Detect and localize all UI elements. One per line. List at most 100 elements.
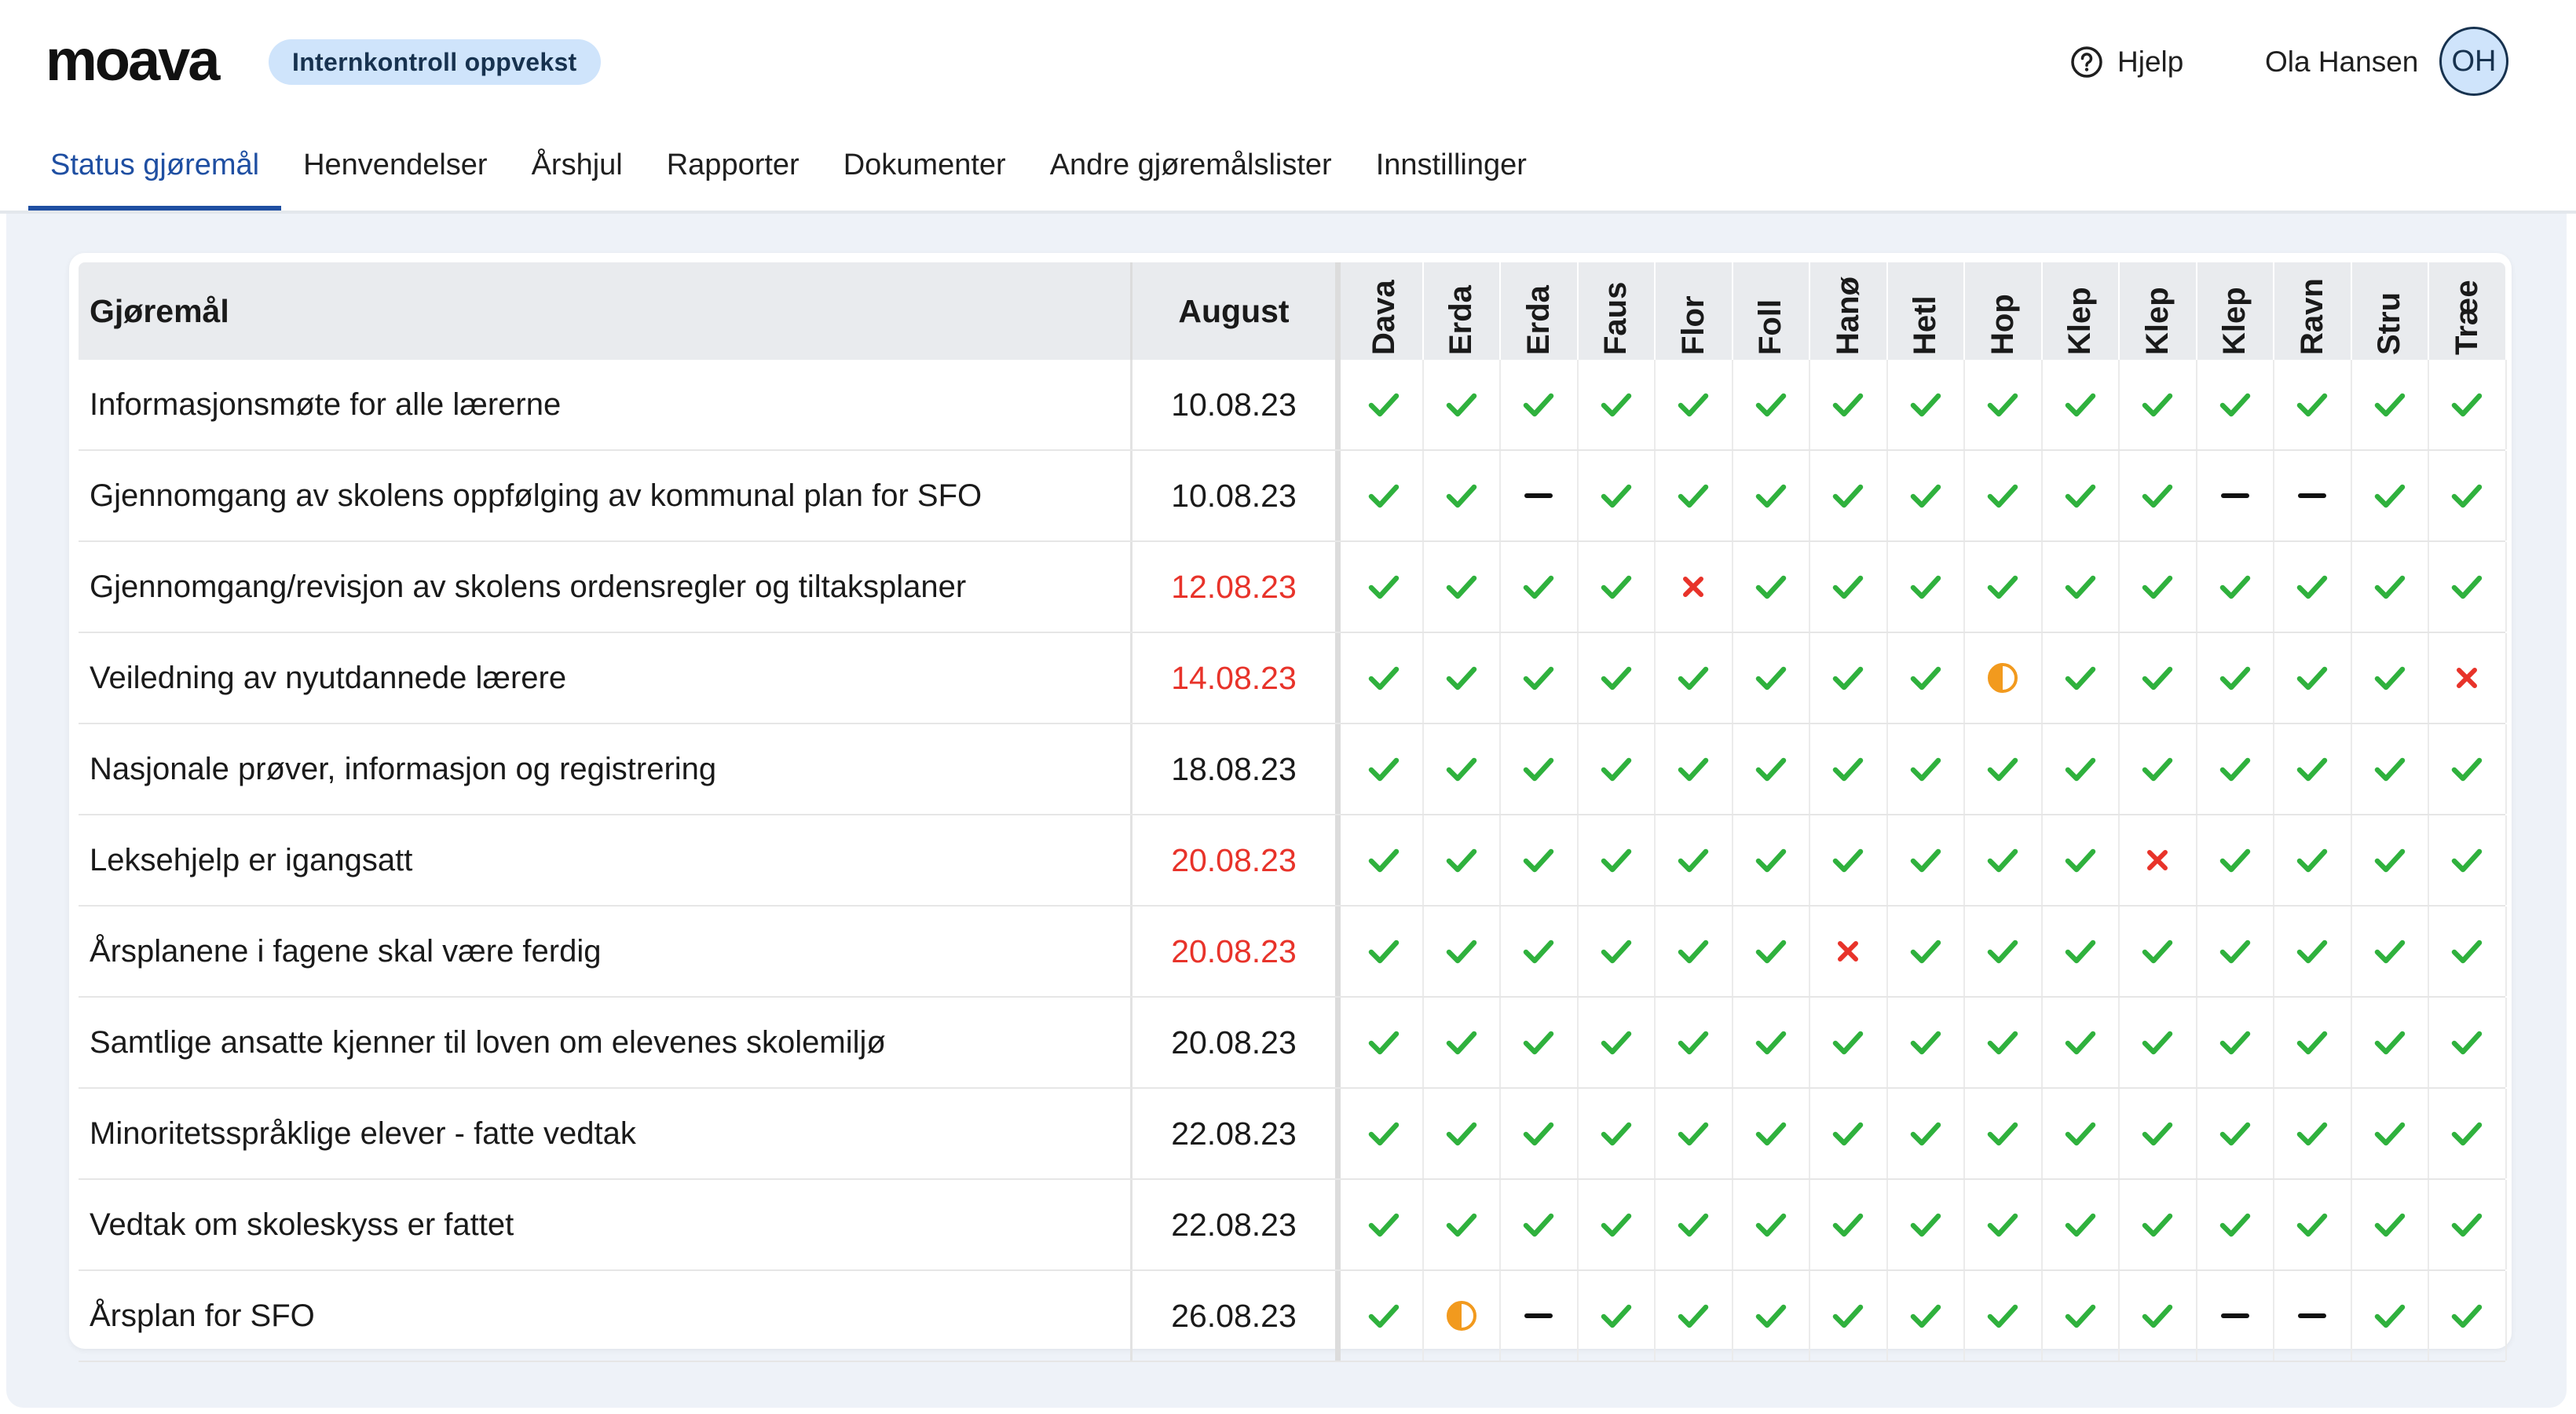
status-cell[interactable] (1810, 451, 1888, 540)
status-cell[interactable] (2120, 815, 2197, 905)
status-cell[interactable] (2120, 1180, 2197, 1269)
status-cell[interactable] (2352, 998, 2429, 1087)
status-cell[interactable] (1888, 815, 1965, 905)
tab-2[interactable]: Årshjul (510, 134, 645, 212)
status-cell[interactable] (1965, 907, 2043, 996)
status-cell[interactable] (1965, 542, 2043, 632)
status-cell[interactable] (1733, 1180, 1810, 1269)
unit-column-header[interactable]: Klep (2120, 262, 2197, 360)
status-cell[interactable] (2274, 360, 2352, 449)
tab-4[interactable]: Dokumenter (821, 134, 1028, 212)
status-cell[interactable] (1501, 907, 1579, 996)
task-name[interactable]: Årsplan for SFO (79, 1271, 1132, 1361)
status-cell[interactable] (1424, 1180, 1501, 1269)
scope-badge[interactable]: Internkontroll oppvekst (269, 39, 601, 85)
status-cell[interactable] (1733, 724, 1810, 814)
status-cell[interactable] (2120, 907, 2197, 996)
status-cell[interactable] (1965, 451, 2043, 540)
status-cell[interactable] (1888, 633, 1965, 723)
unit-column-header[interactable]: Hop (1965, 262, 2043, 360)
status-cell[interactable] (1346, 998, 1424, 1087)
unit-column-header[interactable]: Klep (2197, 262, 2274, 360)
status-cell[interactable] (2120, 724, 2197, 814)
status-cell[interactable] (2352, 1271, 2429, 1361)
status-cell[interactable] (1501, 724, 1579, 814)
task-name[interactable]: Gjennomgang/revisjon av skolens ordensre… (79, 542, 1132, 632)
status-cell[interactable] (2352, 815, 2429, 905)
status-cell[interactable] (2274, 1089, 2352, 1178)
table-row[interactable]: Gjennomgang av skolens oppfølging av kom… (79, 451, 2507, 542)
status-cell[interactable] (2352, 1180, 2429, 1269)
table-row[interactable]: Informasjonsmøte for alle lærerne 10.08.2… (79, 360, 2507, 451)
status-cell[interactable] (1501, 360, 1579, 449)
status-cell[interactable] (1733, 1089, 1810, 1178)
status-cell[interactable] (2043, 1180, 2120, 1269)
status-cell[interactable] (1579, 633, 1656, 723)
tab-5[interactable]: Andre gjøremålslister (1028, 134, 1354, 212)
status-cell[interactable] (1579, 815, 1656, 905)
table-row[interactable]: Årsplanene i fagene skal være ferdig 20.0… (79, 907, 2507, 998)
status-cell[interactable] (1656, 360, 1733, 449)
table-row[interactable]: Veiledning av nyutdannede lærere 14.08.23 (79, 633, 2507, 724)
status-cell[interactable] (1346, 542, 1424, 632)
status-cell[interactable] (1424, 998, 1501, 1087)
status-cell[interactable] (2197, 815, 2274, 905)
status-cell[interactable] (2197, 907, 2274, 996)
status-cell[interactable] (1501, 998, 1579, 1087)
status-cell[interactable] (1346, 451, 1424, 540)
status-cell[interactable] (1888, 998, 1965, 1087)
status-cell[interactable] (1424, 633, 1501, 723)
task-name[interactable]: Minoritetsspråklige elever - fatte vedta… (79, 1089, 1132, 1178)
table-row[interactable]: Minoritetsspråklige elever - fatte vedta… (79, 1089, 2507, 1180)
status-cell[interactable] (1810, 542, 1888, 632)
status-cell[interactable] (1346, 907, 1424, 996)
status-cell[interactable] (1810, 1180, 1888, 1269)
status-cell[interactable] (2429, 633, 2507, 723)
status-cell[interactable] (1424, 724, 1501, 814)
task-name[interactable]: Informasjonsmøte for alle lærerne (79, 360, 1132, 449)
status-cell[interactable] (2274, 998, 2352, 1087)
status-cell[interactable] (1579, 1180, 1656, 1269)
status-cell[interactable] (2429, 815, 2507, 905)
status-cell[interactable] (2043, 998, 2120, 1087)
unit-column-header[interactable]: Ravn (2274, 262, 2352, 360)
status-cell[interactable] (1965, 998, 2043, 1087)
status-cell[interactable] (2274, 724, 2352, 814)
status-cell[interactable] (1733, 360, 1810, 449)
status-cell[interactable] (2043, 360, 2120, 449)
status-cell[interactable] (1346, 815, 1424, 905)
unit-column-header[interactable]: Træe (2429, 262, 2507, 360)
unit-column-header[interactable]: Foll (1733, 262, 1810, 360)
task-name[interactable]: Årsplanene i fagene skal være ferdig (79, 907, 1132, 996)
tab-3[interactable]: Rapporter (645, 134, 821, 212)
status-cell[interactable] (1733, 1271, 1810, 1361)
status-cell[interactable] (1579, 542, 1656, 632)
status-cell[interactable] (2352, 451, 2429, 540)
status-cell[interactable] (2120, 633, 2197, 723)
task-name[interactable]: Gjennomgang av skolens oppfølging av kom… (79, 451, 1132, 540)
status-cell[interactable] (2197, 1271, 2274, 1361)
status-cell[interactable] (2274, 1180, 2352, 1269)
tab-6[interactable]: Innstillinger (1354, 134, 1549, 212)
status-cell[interactable] (1501, 1180, 1579, 1269)
unit-column-header[interactable]: Hanø (1810, 262, 1888, 360)
status-cell[interactable] (2197, 1180, 2274, 1269)
status-cell[interactable] (2429, 1271, 2507, 1361)
status-cell[interactable] (2429, 998, 2507, 1087)
status-cell[interactable] (2352, 360, 2429, 449)
status-cell[interactable] (2043, 633, 2120, 723)
help-button[interactable]: Hjelp (2070, 41, 2183, 83)
table-row[interactable]: Leksehjelp er igangsatt 20.08.23 (79, 815, 2507, 907)
status-cell[interactable] (1501, 1271, 1579, 1361)
status-cell[interactable] (2197, 451, 2274, 540)
status-cell[interactable] (1656, 907, 1733, 996)
status-cell[interactable] (1888, 1089, 1965, 1178)
status-cell[interactable] (1346, 1089, 1424, 1178)
status-cell[interactable] (2274, 633, 2352, 723)
status-cell[interactable] (1579, 1271, 1656, 1361)
status-cell[interactable] (1733, 907, 1810, 996)
status-cell[interactable] (2429, 542, 2507, 632)
status-cell[interactable] (1424, 360, 1501, 449)
status-cell[interactable] (1656, 815, 1733, 905)
status-cell[interactable] (2274, 1271, 2352, 1361)
